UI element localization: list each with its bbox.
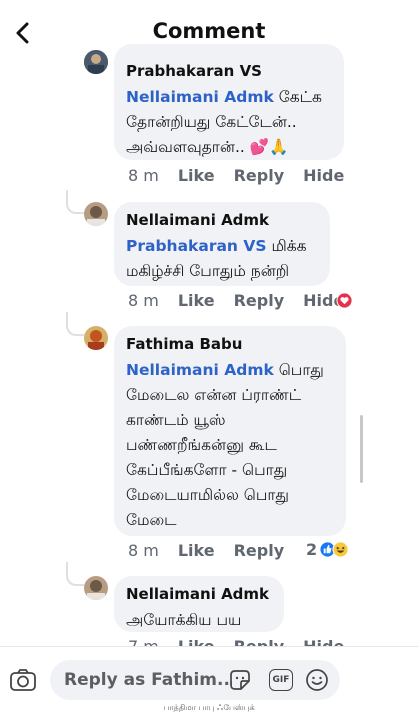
comment-time: 8 m: [128, 291, 159, 310]
comment-actions: 8 m Like Reply Hide: [128, 291, 344, 310]
comment-author[interactable]: Fathima Babu: [126, 335, 334, 353]
thread-connector: [66, 562, 84, 586]
comment-actions: 7 m Like Reply Hide: [128, 637, 344, 646]
camera-button[interactable]: [8, 665, 40, 697]
reply-composer: GIF பாத்திமா பாபு ஃபேஸ்புக்: [0, 646, 418, 718]
comment-bubble: Nellaimani Admk Prabhakaran VS மிக்க மகி…: [114, 202, 330, 286]
like-button[interactable]: Like: [178, 637, 215, 646]
comment-author[interactable]: Prabhakaran VS: [126, 62, 332, 80]
reaction-count: 2: [306, 540, 318, 559]
reply-button[interactable]: Reply: [234, 637, 285, 646]
comment-bubble: Nellaimani Admk அயோக்கிய பய: [114, 576, 284, 632]
page-title: Comment: [152, 19, 266, 43]
scrollbar[interactable]: [360, 415, 363, 483]
back-button[interactable]: [8, 18, 38, 48]
like-button[interactable]: Like: [178, 541, 215, 560]
thread-connector: [66, 190, 84, 214]
mention-link[interactable]: Nellaimani Admk: [126, 361, 274, 379]
emoji-icon: [306, 669, 328, 691]
mention-link[interactable]: Prabhakaran VS: [126, 237, 267, 255]
avatar[interactable]: [84, 50, 108, 74]
chevron-left-icon: [16, 22, 29, 44]
love-reaction-icon: [336, 292, 353, 309]
comment-actions: 8 m Like Reply: [128, 541, 303, 560]
reply-input[interactable]: [62, 669, 234, 691]
thread-connector: [66, 312, 84, 336]
reaction-badge[interactable]: 2: [306, 540, 349, 559]
comment-text: Prabhakaran VS மிக்க மகிழ்ச்சி போதும் நன…: [126, 234, 318, 284]
hide-button[interactable]: Hide: [303, 637, 344, 646]
comment-text: Nellaimani Admk கேட்க தோன்றியது கேட்டேன்…: [126, 85, 332, 160]
comment-time: 8 m: [128, 166, 159, 185]
footer-caption: பாத்திமா பாபு ஃபேஸ்புக்: [163, 703, 255, 712]
like-button[interactable]: Like: [178, 291, 215, 310]
camera-icon: [10, 669, 36, 691]
comment-author[interactable]: Nellaimani Admk: [126, 585, 272, 603]
reply-box[interactable]: [50, 660, 340, 700]
comment-text: Nellaimani Admk பொது மேடைல என்ன ப்ராண்ட்…: [126, 358, 334, 533]
comment-bubble: Prabhakaran VS Nellaimani Admk கேட்க தோன…: [114, 44, 344, 160]
sticker-button[interactable]: [226, 666, 254, 694]
reaction-badge[interactable]: [336, 292, 353, 309]
comment-text: அயோக்கிய பய: [126, 611, 242, 629]
comment-author[interactable]: Nellaimani Admk: [126, 211, 318, 229]
reply-button[interactable]: Reply: [234, 291, 285, 310]
comment-actions: 8 m Like Reply Hide: [128, 166, 363, 185]
avatar[interactable]: [84, 326, 108, 350]
haha-reaction-icon: [332, 541, 349, 558]
comment-time: 8 m: [128, 541, 159, 560]
sticker-icon: [230, 670, 250, 690]
gif-label: GIF: [272, 675, 290, 685]
comment-bubble: Fathima Babu Nellaimani Admk பொது மேடைல …: [114, 326, 346, 536]
hide-button[interactable]: Hide: [303, 166, 344, 185]
reply-button[interactable]: Reply: [234, 166, 285, 185]
like-button[interactable]: Like: [178, 166, 215, 185]
gif-button[interactable]: GIF: [267, 666, 295, 694]
comment-body: பொது மேடைல என்ன ப்ராண்ட் காண்டம் யூஸ் பண…: [126, 361, 324, 529]
avatar[interactable]: [84, 576, 108, 600]
reply-button[interactable]: Reply: [234, 541, 285, 560]
avatar[interactable]: [84, 202, 108, 226]
comment-time: 7 m: [128, 637, 159, 646]
mention-link[interactable]: Nellaimani Admk: [126, 88, 274, 106]
emoji-button[interactable]: [303, 666, 331, 694]
gif-icon: GIF: [269, 669, 293, 691]
